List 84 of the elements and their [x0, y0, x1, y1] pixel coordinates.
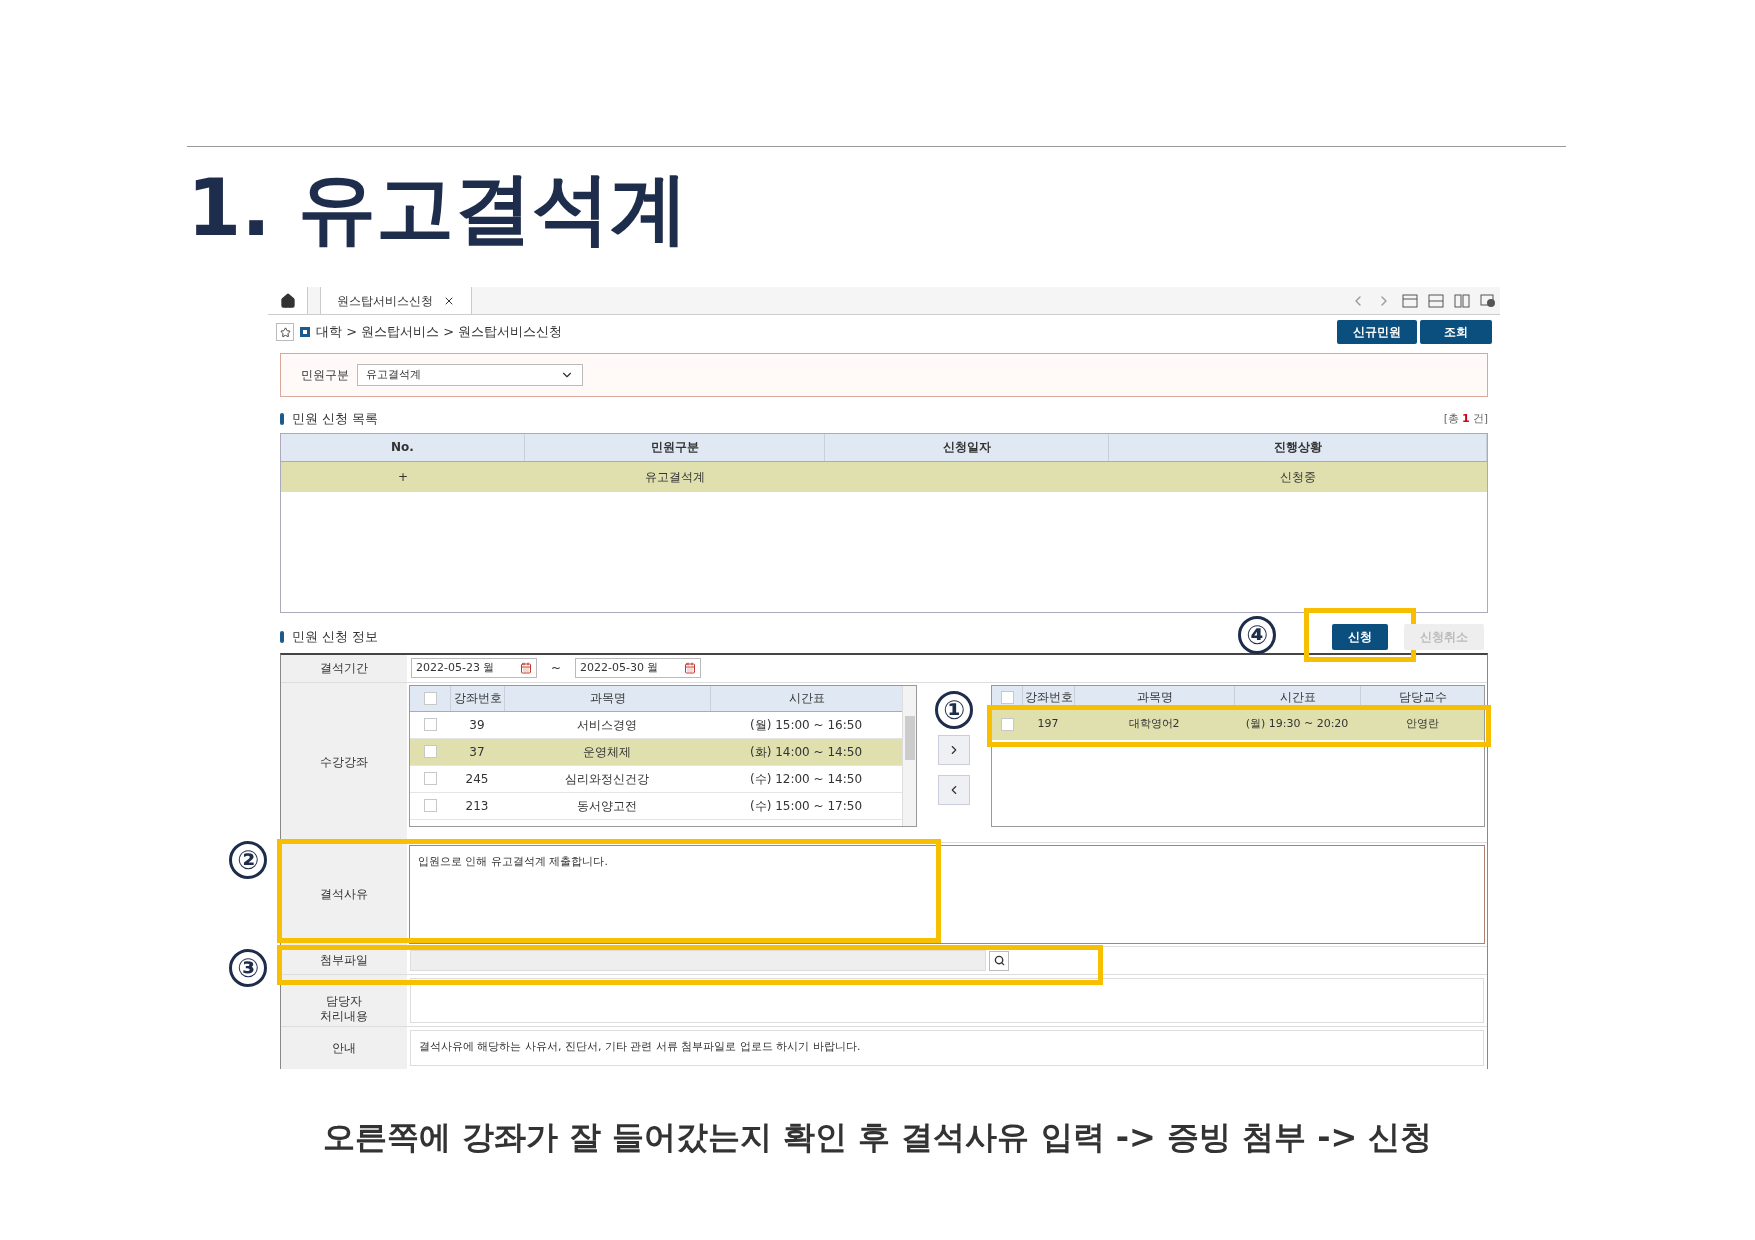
calendar-icon[interactable]	[520, 662, 532, 674]
field-label: 수강강좌	[281, 682, 407, 842]
scrollbar[interactable]	[902, 685, 916, 826]
column-header: 진행상황	[1109, 433, 1487, 461]
column-header: 민원구분	[525, 433, 825, 461]
columns-icon[interactable]	[1454, 293, 1470, 308]
checkbox[interactable]	[423, 745, 437, 758]
search-button[interactable]	[989, 950, 1009, 971]
action-button[interactable]: 신청	[1332, 623, 1388, 650]
checkbox[interactable]	[423, 772, 437, 785]
window-layout-icon[interactable]	[1428, 293, 1444, 308]
date-field[interactable]: 2022-05-30 월	[575, 658, 702, 678]
dropdown[interactable]: 유고결석계	[357, 364, 583, 386]
square-bullet-icon	[300, 327, 310, 337]
table-cell-text: 대학영어2	[1127, 716, 1181, 733]
table-cell-text: 유고결석계	[644, 468, 706, 486]
field-label: 안내	[281, 1026, 407, 1069]
step-number: ③	[229, 948, 267, 987]
count: 1	[1462, 410, 1470, 427]
table-cell-text: (수) 15:00 ~ 17:50	[749, 797, 863, 815]
column-header: 과목명	[504, 685, 710, 711]
column-header: 강좌번호	[1022, 685, 1074, 709]
column-header: 시간표	[1234, 685, 1360, 709]
filter-label: 민원구분	[301, 367, 349, 384]
step-number: ①	[935, 690, 973, 729]
section-title: 민원 신청 목록	[292, 410, 379, 428]
table-cell-text: (월) 19:30 ~ 20:20	[1244, 716, 1350, 733]
range-separator: ~	[551, 660, 562, 677]
breadcrumb: 대학 > 원스탑서비스 > 원스탑서비스신청	[316, 323, 563, 342]
home-icon[interactable]	[279, 292, 296, 309]
close-windows-icon[interactable]	[1480, 293, 1496, 308]
table-cell-text: 신청중	[1279, 468, 1317, 486]
column-header: 과목명	[1074, 685, 1234, 709]
section-title: 민원 신청 정보	[292, 627, 379, 646]
table-row[interactable]: 197 대학영어2 (월) 19:30 ~ 20:20 안영란	[992, 709, 1484, 740]
table-cell-text: (수) 12:00 ~ 14:50	[749, 770, 863, 788]
table-row[interactable]: 37 운영체제 (화) 14:00 ~ 14:50	[410, 738, 902, 766]
count-suffix: 건]	[1472, 410, 1488, 427]
table-cell-text: 심리와정신건강	[564, 770, 650, 788]
header-button[interactable]: 조회	[1420, 320, 1492, 344]
reason-textarea[interactable]: 입원으로 인해 유고결석계 제출합니다.	[409, 844, 1485, 944]
slide-title: 1. 유고결석계	[187, 169, 690, 247]
column-header: 강좌번호	[450, 685, 504, 711]
table-cell-text: 39	[468, 716, 486, 734]
calendar-icon[interactable]	[684, 662, 697, 674]
date-field[interactable]: 2022-05-23 월	[411, 658, 537, 678]
notice-text: 결석사유에 해당하는 사유서, 진단서, 기타 관련 서류 첨부파일로 업로드 하시기 바랍니다.	[419, 1039, 861, 1056]
note-field[interactable]	[410, 977, 1484, 1023]
column-header: 신청일자	[825, 433, 1109, 461]
file-field[interactable]	[410, 949, 986, 971]
header-button[interactable]: 신규민원	[1337, 320, 1417, 344]
checkbox[interactable]	[423, 718, 437, 731]
field-label: 결석사유	[281, 842, 407, 946]
table-cell-text: 서비스경영	[576, 716, 638, 734]
table-cell-text: 동서양고전	[576, 797, 638, 815]
move-right-button[interactable]	[938, 734, 970, 765]
checkbox[interactable]	[1000, 718, 1014, 731]
move-left-button[interactable]	[938, 774, 970, 805]
checkbox[interactable]	[423, 691, 437, 705]
table-cell-text: 운영체제	[582, 743, 632, 761]
tab[interactable]: 원스탑서비스신청	[320, 287, 472, 314]
table-cell-text: 213	[464, 797, 490, 815]
table-cell-text: +	[396, 468, 410, 486]
step-number: ②	[229, 840, 267, 879]
checkbox[interactable]	[423, 799, 437, 812]
table-cell-text: 197	[1036, 716, 1060, 733]
count-prefix: [총	[1443, 410, 1460, 427]
star-icon[interactable]	[279, 326, 291, 338]
window-layout-icon[interactable]	[1402, 293, 1418, 308]
table-cell-text: 안영란	[1404, 716, 1440, 733]
search-icon	[993, 955, 1005, 966]
field-label: 결석기간	[281, 654, 407, 682]
section-marker	[280, 630, 284, 643]
table-cell-text: 37	[468, 743, 486, 761]
section-marker	[280, 412, 284, 425]
step-number: ④	[1238, 615, 1276, 654]
slide-caption: 오른쪽에 강좌가 잘 들어갔는지 확인 후 결석사유 입력 -> 증빙 첨부 -> 신청	[321, 1117, 1434, 1158]
column-header: No.	[281, 433, 525, 461]
column-header: 담당교수	[1360, 685, 1484, 709]
table-cell-text: (화) 14:00 ~ 14:50	[749, 743, 863, 761]
table-cell-text: (월) 15:00 ~ 16:50	[749, 716, 863, 734]
checkbox[interactable]	[1000, 690, 1014, 704]
table-cell-text: 245	[464, 770, 490, 788]
table-row[interactable]: + 유고결석계 신청중	[281, 461, 1487, 492]
